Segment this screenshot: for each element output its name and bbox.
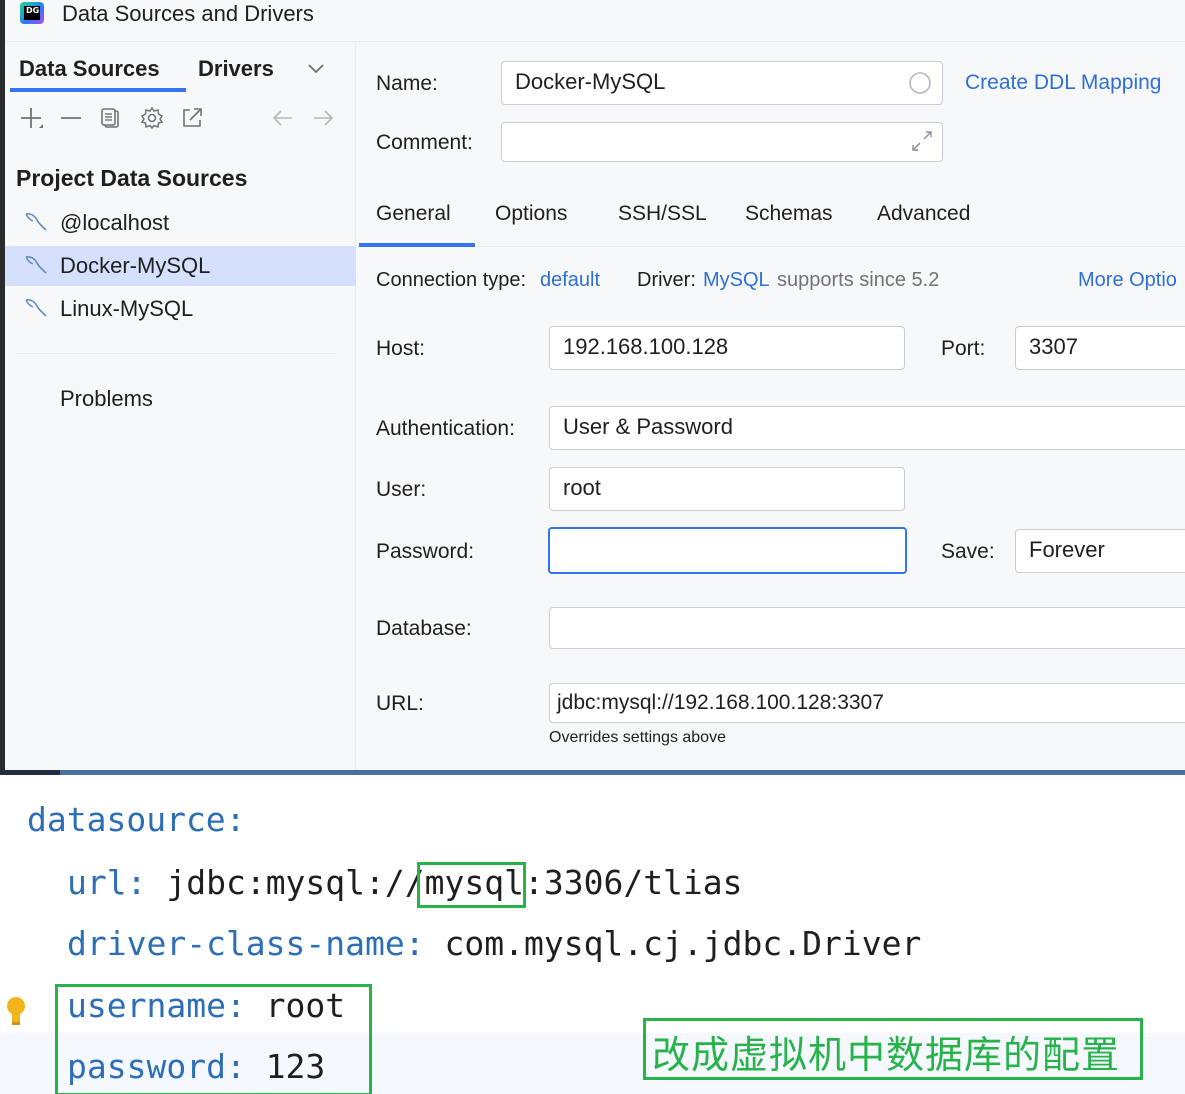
- window-title: Data Sources and Drivers: [62, 1, 314, 26]
- authentication-select[interactable]: User & Password: [549, 406, 1185, 450]
- data-source-label: @localhost: [60, 210, 170, 235]
- password-field[interactable]: [548, 527, 907, 574]
- annotation-box-host: [417, 862, 526, 908]
- database-label: Database:: [376, 617, 472, 640]
- tab-bar-line: [357, 246, 1185, 247]
- expand-icon[interactable]: [909, 128, 935, 154]
- data-source-item-docker-mysql[interactable]: Docker-MySQL: [5, 246, 356, 286]
- tab-general[interactable]: General: [376, 202, 451, 226]
- add-icon[interactable]: [19, 106, 43, 130]
- user-label: User:: [376, 478, 427, 501]
- tab-drivers[interactable]: Drivers: [198, 56, 274, 82]
- connection-type-label: Connection type:: [376, 269, 527, 291]
- mysql-dolphin-icon: [25, 256, 47, 274]
- tab-options[interactable]: Options: [495, 202, 567, 226]
- tab-active-underline: [10, 88, 186, 92]
- url-field[interactable]: jdbc:mysql://192.168.100.128:3307: [549, 683, 1185, 723]
- problems-item[interactable]: Problems: [60, 386, 153, 412]
- project-data-sources-header: Project Data Sources: [16, 165, 248, 191]
- duplicate-icon[interactable]: [99, 106, 123, 130]
- database-field[interactable]: [549, 607, 1185, 649]
- mysql-dolphin-icon: [25, 299, 47, 317]
- settings-icon[interactable]: [140, 106, 164, 130]
- comment-label: Comment:: [376, 131, 473, 154]
- color-circle-icon[interactable]: [908, 71, 932, 95]
- data-source-label: Linux-MySQL: [60, 296, 194, 321]
- code-line-datasource: datasource:: [27, 800, 246, 839]
- left-pane: Data Sources Drivers Project Data Source…: [5, 42, 356, 770]
- user-field[interactable]: root: [549, 467, 905, 511]
- url-note: Overrides settings above: [549, 729, 726, 746]
- chevron-down-icon[interactable]: [305, 58, 327, 80]
- save-select[interactable]: Forever: [1015, 529, 1185, 573]
- port-field[interactable]: 3307: [1015, 326, 1185, 370]
- forward-arrow-icon[interactable]: [311, 106, 335, 130]
- name-field[interactable]: Docker-MySQL: [501, 61, 943, 105]
- data-source-item-localhost[interactable]: @localhost: [5, 203, 356, 243]
- port-label: Port:: [941, 337, 986, 360]
- tab-data-sources[interactable]: Data Sources: [19, 56, 160, 82]
- title-bar: DG Data Sources and Drivers: [5, 0, 1185, 42]
- driver-link[interactable]: MySQL: [703, 269, 770, 292]
- driver-label: Driver:: [637, 269, 696, 291]
- name-label: Name:: [376, 72, 438, 95]
- annotation-box-credentials: [55, 984, 372, 1094]
- mysql-dolphin-icon: [25, 213, 47, 231]
- more-options-link[interactable]: More Optio: [1078, 269, 1177, 292]
- data-sources-dialog: DG Data Sources and Drivers Data Sources…: [0, 0, 1185, 770]
- create-ddl-mapping-link[interactable]: Create DDL Mapping: [965, 71, 1162, 95]
- right-pane: Name: Docker-MySQL Create DDL Mapping Co…: [357, 42, 1185, 770]
- tab-ssh-ssl[interactable]: SSH/SSL: [618, 202, 707, 226]
- tab-active-underline: [359, 243, 475, 247]
- data-source-label: Docker-MySQL: [60, 253, 211, 278]
- tab-advanced[interactable]: Advanced: [877, 202, 970, 226]
- annotation-note: 改成虚拟机中数据库的配置: [652, 1033, 1121, 1077]
- driver-version-note: supports since 5.2: [777, 269, 940, 291]
- password-label: Password:: [376, 540, 475, 563]
- open-external-icon[interactable]: [180, 106, 204, 130]
- back-arrow-icon[interactable]: [271, 106, 295, 130]
- host-label: Host:: [376, 337, 426, 360]
- remove-icon[interactable]: [59, 106, 83, 130]
- url-label: URL:: [376, 692, 424, 715]
- host-field[interactable]: 192.168.100.128: [549, 326, 905, 370]
- lightbulb-icon[interactable]: [5, 995, 27, 1029]
- authentication-label: Authentication:: [376, 417, 515, 440]
- data-source-item-linux-mysql[interactable]: Linux-MySQL: [5, 289, 356, 329]
- connection-type-link[interactable]: default: [540, 269, 600, 292]
- code-line-driver: driver-class-name: com.mysql.cj.jdbc.Dri…: [67, 924, 922, 963]
- tab-schemas[interactable]: Schemas: [745, 202, 833, 226]
- comment-field[interactable]: [501, 122, 943, 162]
- divider: [16, 353, 336, 354]
- code-line-url: url: jdbc:mysql://mysql:3306/tlias: [67, 863, 743, 902]
- save-label: Save:: [941, 540, 995, 563]
- datagrip-logo-icon: DG: [20, 2, 44, 24]
- yaml-code-panel: datasource: url: jdbc:mysql://mysql:3306…: [0, 775, 1185, 1094]
